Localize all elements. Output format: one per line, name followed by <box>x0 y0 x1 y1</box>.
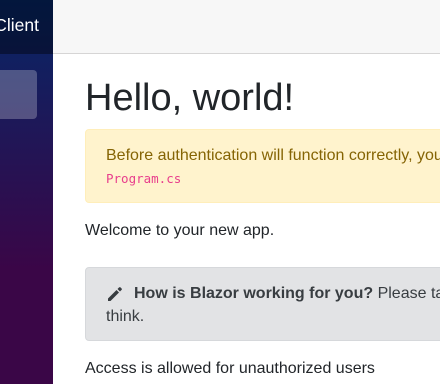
access-note: Access is allowed for unauthorized users <box>85 360 375 377</box>
survey-continuation: think. <box>106 308 145 326</box>
main-content: Hello, world! Before authentication will… <box>53 54 440 384</box>
top-row <box>53 0 440 54</box>
sidebar-brand-bar: Client <box>0 0 53 54</box>
page-title: Hello, world! <box>85 77 295 119</box>
alert-code-filename: Program.cs <box>106 171 182 187</box>
survey-question: How is Blazor working for you? <box>134 285 374 302</box>
alert-message: Before authentication will function corr… <box>106 147 440 164</box>
survey-prompt: How is Blazor working for you? Please ta… <box>85 267 440 341</box>
pencil-icon <box>106 285 124 303</box>
survey-invitation: Please ta <box>373 285 440 302</box>
app-brand-link[interactable]: Client <box>0 15 39 36</box>
sidebar-nav-item-active[interactable] <box>0 70 37 119</box>
welcome-text: Welcome to your new app. <box>85 222 275 239</box>
sidebar: Client <box>0 0 53 384</box>
warning-alert: Before authentication will function corr… <box>85 129 440 203</box>
